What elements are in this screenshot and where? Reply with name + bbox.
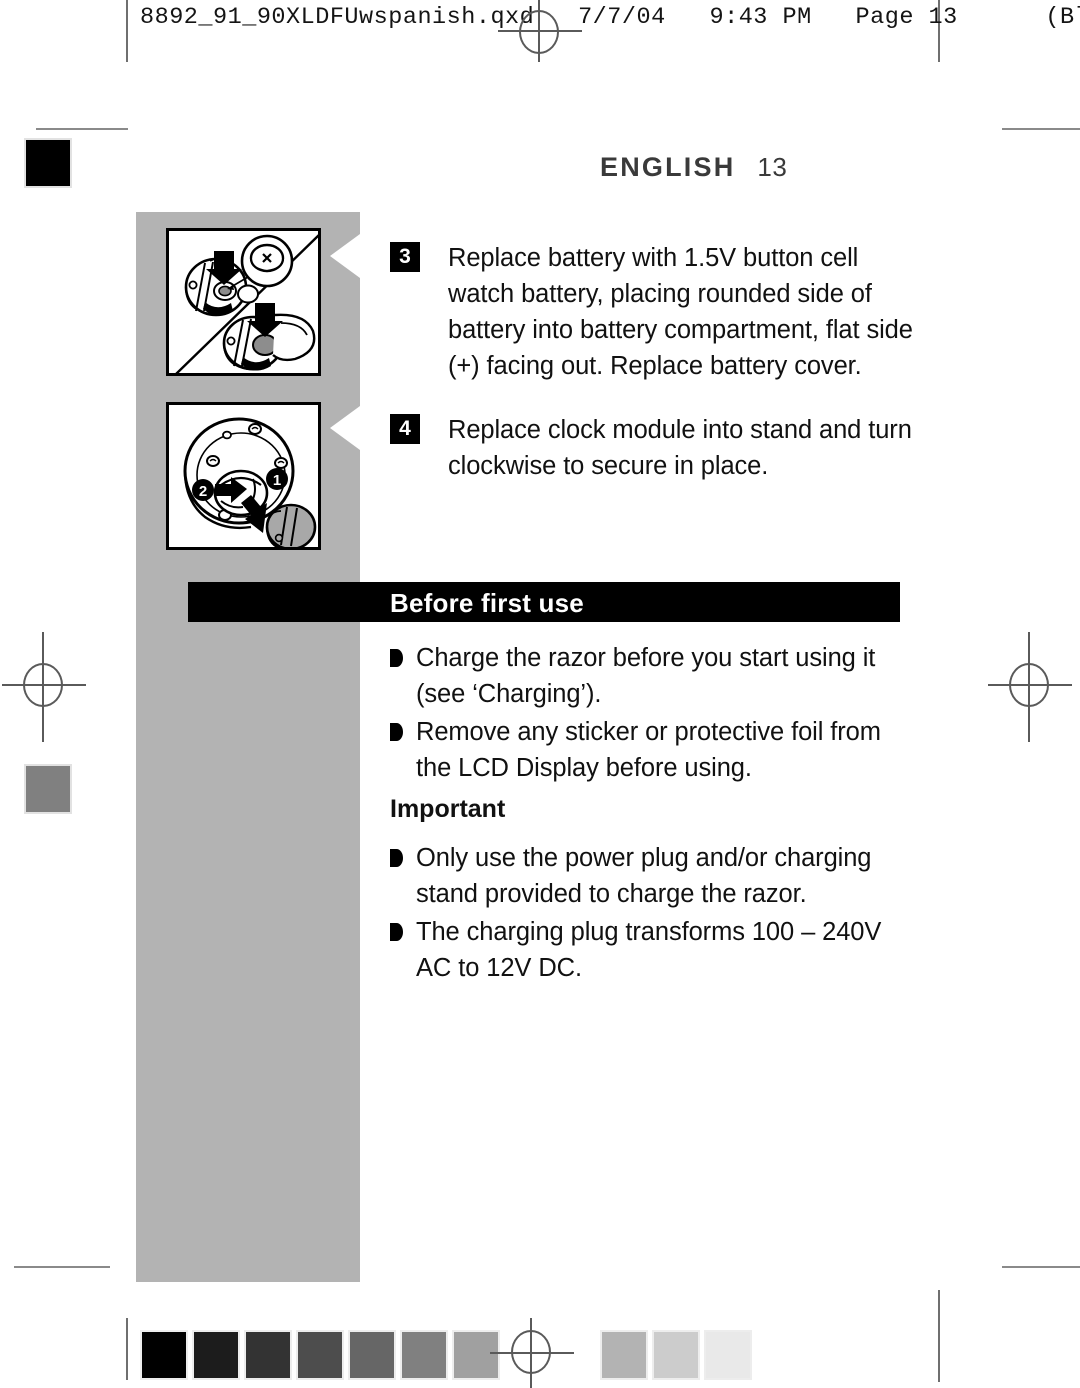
step-3: 3 Replace battery with 1.5V button cell … (390, 240, 920, 384)
density-ramp-swatch (400, 1330, 448, 1380)
registration-hline (498, 30, 582, 32)
registration-vline (42, 632, 44, 742)
registration-target-bottom (490, 1318, 574, 1388)
crop-mark-bottom-vertical (938, 1290, 940, 1382)
density-ramp-swatch (192, 1330, 240, 1380)
crop-mark-bottom-right (1002, 1266, 1080, 1268)
list-item: Only use the power plug and/or charging … (390, 840, 910, 912)
step-3-text: Replace battery with 1.5V button cell wa… (448, 244, 913, 380)
svg-text:1: 1 (273, 472, 281, 489)
detached-clock-module (265, 503, 317, 547)
section-heading-bar: Before first use (188, 582, 900, 622)
density-patch-black (24, 138, 72, 188)
header-left-rule (126, 0, 128, 62)
bullet-triangle-icon (390, 849, 403, 867)
density-ramp-swatch (296, 1330, 344, 1380)
registration-hline (2, 684, 86, 686)
registration-target-header (498, 0, 582, 62)
list-item-text: Only use the power plug and/or charging … (416, 844, 872, 908)
prepress-header: 8892_91_90XLDFUwspanish.qxd 7/7/04 9:43 … (0, 0, 1080, 62)
clock-module-illustration: 2 1 (183, 417, 317, 547)
ramp-left-rule (126, 1318, 128, 1380)
clock-module-figure: 2 1 (166, 402, 321, 550)
step-4: 4 Replace clock module into stand and tu… (390, 412, 920, 484)
bullet-triangle-icon (390, 649, 403, 667)
registration-vline (1028, 632, 1030, 742)
registration-hline (490, 1352, 574, 1354)
density-ramp-swatch (244, 1330, 292, 1380)
list-item: Remove any sticker or protective foil fr… (390, 714, 910, 786)
density-ramp-swatch (704, 1330, 752, 1380)
density-patch-gray (24, 764, 72, 814)
page-title: ENGLISH 13 (600, 152, 980, 183)
density-ramp-swatch (600, 1330, 648, 1380)
callout-notch-step-4 (330, 406, 360, 450)
list-item: Charge the razor before you start using … (390, 640, 910, 712)
page-language-label: ENGLISH (600, 152, 736, 182)
registration-hline (988, 684, 1072, 686)
registration-target-left (2, 632, 86, 742)
list-item-text: Charge the razor before you start using … (416, 644, 876, 708)
step-4-text: Replace clock module into stand and turn… (448, 416, 912, 480)
battery-replacement-figure (166, 228, 321, 376)
page-number: 13 (757, 152, 788, 182)
prepress-header-text: 8892_91_90XLDFUwspanish.qxd 7/7/04 9:43 … (140, 4, 1080, 31)
density-ramp-swatch (652, 1330, 700, 1380)
callout-notch-step-3 (330, 234, 360, 278)
crop-mark-bottom-left (14, 1266, 110, 1268)
crop-mark-top-right (1002, 128, 1080, 130)
density-ramp-swatch (140, 1330, 188, 1380)
bullet-triangle-icon (390, 923, 403, 941)
list-item-text: Remove any sticker or protective foil fr… (416, 718, 881, 782)
density-ramp-swatch (348, 1330, 396, 1380)
important-list: Only use the power plug and/or charging … (390, 840, 910, 988)
list-item: The charging plug transforms 100 – 240V … (390, 914, 910, 986)
step-3-number: 3 (390, 242, 420, 272)
step-4-number: 4 (390, 414, 420, 444)
registration-target-right (988, 632, 1072, 742)
bullet-triangle-icon (390, 723, 403, 741)
list-item-text: The charging plug transforms 100 – 240V … (416, 918, 882, 982)
svg-text:2: 2 (199, 483, 207, 500)
crop-mark-top-left (36, 128, 128, 130)
battery-replacement-illustration (175, 234, 318, 373)
before-first-use-list: Charge the razor before you start using … (390, 640, 910, 788)
section-title: Before first use (390, 588, 584, 618)
important-subheading: Important (390, 795, 506, 823)
